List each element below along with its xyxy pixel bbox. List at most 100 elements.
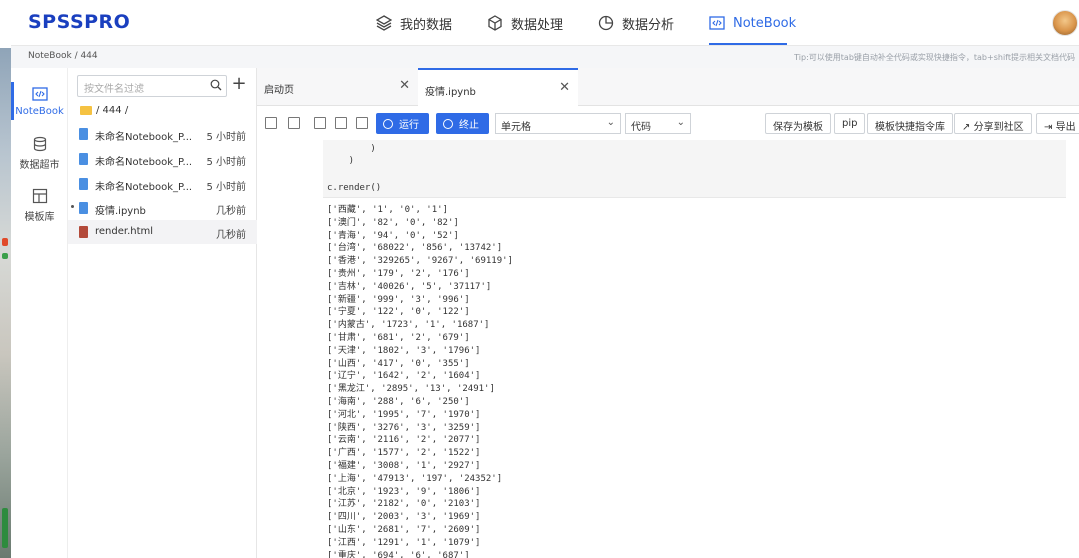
- file-item[interactable]: render.html 几秒前: [68, 220, 257, 244]
- file-item[interactable]: 未命名Notebook_P... 5 小时前: [68, 147, 257, 171]
- output-line: ['澳门', '82', '0', '82']: [327, 217, 459, 228]
- notebook-file-icon: [79, 153, 88, 165]
- output-line: ['云南', '2116', '2', '2077']: [327, 435, 481, 446]
- cube-icon: [488, 15, 502, 31]
- nav-data-processing[interactable]: 数据处理: [487, 12, 563, 34]
- nav-label: 我的数据: [400, 17, 453, 33]
- app-logo[interactable]: SPSSPRO: [28, 11, 130, 33]
- user-avatar[interactable]: [1052, 10, 1078, 36]
- sidebar-item-label: NoteBook: [15, 105, 64, 117]
- share-icon: ↗: [962, 122, 971, 133]
- tab-notebook[interactable]: 疫情.ipynb ✕: [418, 68, 578, 106]
- output-line: ['江西', '1291', '1', '1079']: [327, 537, 481, 548]
- file-name: 未命名Notebook_P...: [95, 132, 193, 143]
- code-line: c.render(): [327, 183, 382, 193]
- file-time: 几秒前: [216, 206, 246, 217]
- output-line: ['黑龙江', '2895', '13', '2491']: [327, 384, 495, 395]
- breadcrumb: NoteBook / 444: [28, 51, 98, 61]
- code-icon: [709, 16, 725, 30]
- export-button[interactable]: ⇥ 导出: [1036, 113, 1079, 134]
- sidebar-item-data-market[interactable]: 数据超市: [11, 128, 68, 178]
- output-line: ['宁夏', '122', '0', '122']: [327, 307, 470, 318]
- move-down-icon[interactable]: [335, 117, 347, 129]
- output-line: ['青海', '94', '0', '52']: [327, 230, 459, 241]
- notebook-toolbar: 运行 终止 单元格 ⌄ 代码 ⌄ 保存为模板 pip 模板快捷指令库 ↗ 分享到…: [257, 107, 1079, 140]
- file-item[interactable]: 未命名Notebook_P... 5 小时前: [68, 172, 257, 196]
- save-icon[interactable]: [265, 117, 277, 129]
- notebook-file-icon: [79, 128, 88, 140]
- insert-cell-icon[interactable]: [288, 117, 300, 129]
- play-icon: [383, 118, 393, 129]
- file-filter-placeholder: 按文件名过滤: [84, 84, 144, 95]
- chevron-down-icon: ⌄: [676, 117, 685, 128]
- add-file-button[interactable]: +: [230, 75, 248, 95]
- cell-type-select[interactable]: 代码 ⌄: [625, 113, 691, 134]
- close-icon[interactable]: ✕: [559, 80, 570, 95]
- sidebar-item-templates[interactable]: 模板库: [11, 180, 68, 230]
- file-filter-input[interactable]: 按文件名过滤: [77, 75, 227, 97]
- code-cell[interactable]: ) ) c.render(): [323, 140, 1066, 198]
- file-time: 5 小时前: [206, 157, 246, 168]
- move-up-icon[interactable]: [314, 117, 326, 129]
- template-shortcuts-button[interactable]: 模板快捷指令库: [867, 113, 953, 134]
- html-file-icon: [79, 226, 88, 238]
- output-line: ['河北', '1995', '7', '1970']: [327, 409, 481, 420]
- pip-button[interactable]: pip: [834, 113, 866, 134]
- nav-notebook[interactable]: NoteBook: [709, 12, 796, 34]
- cell-select-value: 单元格: [501, 122, 531, 133]
- output-line: ['辽宁', '1642', '2', '1604']: [327, 371, 481, 382]
- file-item[interactable]: 未命名Notebook_P... 5 小时前: [68, 122, 257, 146]
- sidebar-item-notebook[interactable]: NoteBook: [11, 76, 68, 126]
- share-button[interactable]: ↗ 分享到社区: [954, 113, 1032, 134]
- nav-data-analysis[interactable]: 数据分析: [598, 12, 674, 34]
- notebook-file-icon: [79, 178, 88, 190]
- output-line: ['海南', '288', '6', '250']: [327, 396, 470, 407]
- save-as-template-button[interactable]: 保存为模板: [765, 113, 831, 134]
- desktop-icon: [2, 508, 8, 548]
- tab-label: 疫情.ipynb: [425, 87, 476, 98]
- tab-bar: 启动页 ✕ 疫情.ipynb ✕: [257, 68, 1079, 106]
- nav-active-indicator: [709, 43, 787, 45]
- notebook-area: ) ) c.render() ['西藏', '1', '0', '1'] ['澳门…: [257, 140, 1079, 558]
- output-line: ['贵州', '179', '2', '176']: [327, 268, 470, 279]
- output-line: ['台湾', '68022', '856', '13742']: [327, 243, 503, 254]
- run-button[interactable]: 运行: [376, 113, 429, 134]
- nav-label: 数据分析: [622, 17, 675, 33]
- file-name: 疫情.ipynb: [95, 206, 146, 217]
- cell-output: ['西藏', '1', '0', '1'] ['澳门', '82', '0', '…: [327, 204, 513, 558]
- output-line: ['江苏', '2182', '0', '2103']: [327, 499, 481, 510]
- chevron-down-icon: ⌄: [606, 117, 615, 128]
- cell-select[interactable]: 单元格 ⌄: [495, 113, 621, 134]
- close-icon[interactable]: ✕: [399, 78, 410, 93]
- file-name: render.html: [95, 226, 154, 237]
- output-line: ['新疆', '999', '3', '996']: [327, 294, 470, 305]
- stop-button[interactable]: 终止: [436, 113, 489, 134]
- search-icon[interactable]: [210, 79, 222, 91]
- file-browser-panel: 按文件名过滤 + / 444 / 未命名Notebook_P... 5 小时前 …: [68, 68, 257, 558]
- stop-label: 终止: [459, 120, 479, 131]
- tab-label: 启动页: [264, 85, 294, 96]
- output-line: ['广西', '1577', '2', '1522']: [327, 448, 481, 459]
- output-line: ['西藏', '1', '0', '1']: [327, 205, 448, 215]
- current-folder[interactable]: / 444 /: [80, 102, 128, 118]
- output-line: ['重庆', '694', '6', '687']: [327, 550, 470, 558]
- code-icon: [31, 86, 48, 101]
- desktop-icon: [2, 253, 8, 259]
- run-label: 运行: [399, 120, 419, 131]
- delete-icon[interactable]: [356, 117, 368, 129]
- file-item[interactable]: 疫情.ipynb 几秒前: [68, 196, 257, 220]
- output-line: ['陕西', '3276', '3', '3259']: [327, 422, 481, 433]
- template-icon: [32, 188, 47, 203]
- sidebar-item-label: 数据超市: [19, 159, 60, 171]
- file-time: 5 小时前: [206, 182, 246, 193]
- file-time: 几秒前: [216, 230, 246, 241]
- output-line: ['天津', '1802', '3', '1796']: [327, 345, 481, 356]
- nav-my-data[interactable]: 我的数据: [376, 12, 452, 34]
- export-icon: ⇥: [1044, 122, 1053, 133]
- tab-launcher[interactable]: 启动页 ✕: [257, 68, 418, 106]
- file-name: 未命名Notebook_P...: [95, 182, 193, 193]
- layers-icon: [376, 15, 392, 31]
- output-line: ['四川', '2003', '3', '1969']: [327, 512, 481, 523]
- export-label: 导出: [1055, 122, 1076, 133]
- output-line: ['山东', '2681', '7', '2609']: [327, 524, 481, 535]
